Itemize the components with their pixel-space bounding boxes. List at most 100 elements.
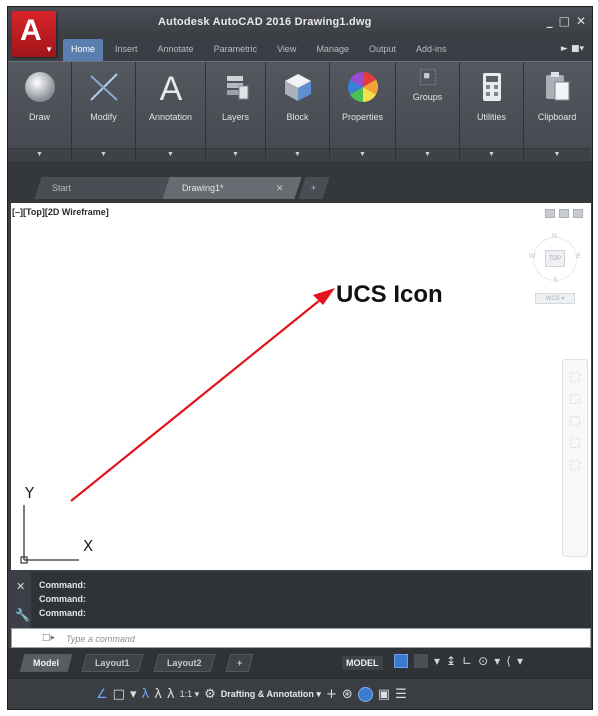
ucs-icon-callout: UCS Icon [336, 281, 443, 308]
tab-start[interactable]: Start [34, 177, 170, 199]
panel-clipboard[interactable]: Clipboard ▼ [524, 62, 590, 162]
annotation-scale-value[interactable]: 1:1 ▾ [180, 689, 200, 700]
close-window-button[interactable]: ✕ [576, 14, 586, 28]
chevron-down-icon[interactable]: ▼ [396, 151, 459, 158]
modify-icon [89, 73, 118, 101]
ortho-icon[interactable]: ∟ [462, 654, 472, 668]
tab-layout1-label: Layout1 [95, 658, 130, 668]
maximize-button[interactable]: □ [559, 14, 570, 28]
minimize-button[interactable]: _ [547, 14, 553, 28]
isolate-objects-icon[interactable]: ⊛ [342, 687, 353, 702]
customization-menu-icon[interactable]: ☰ [395, 687, 407, 702]
tab-layout2[interactable]: Layout2 [153, 654, 215, 672]
ribbon-overflow-button[interactable]: ► ■▾ [561, 44, 584, 54]
panel-annotation-label: Annotation [148, 112, 193, 122]
isodraft-icon[interactable]: ⟨ [506, 654, 511, 668]
command-prompt-icon[interactable]: □▸ [42, 633, 55, 643]
object-snap-tracking-icon[interactable]: ∠ [96, 687, 108, 702]
ribbon: Draw ▼ Modify ▼ A Annotation ▼ Layers ▼ … [8, 61, 592, 162]
chevron-down-icon[interactable]: ▼ [266, 151, 329, 158]
panel-annotation[interactable]: A Annotation ▼ [136, 62, 206, 162]
grid-toggle-icon[interactable] [394, 654, 408, 668]
dynamic-input-icon[interactable]: ↨ [446, 654, 456, 668]
command-line: □▸ [11, 628, 591, 648]
isodraft-dropdown-icon[interactable]: ▾ [517, 654, 523, 668]
tab-annotate[interactable]: Annotate [150, 39, 202, 61]
snap-toggle-icon[interactable] [414, 654, 428, 668]
status-bar: ∠ □ ▾ λ λ λ 1:1 ▾ ⚙ Drafting & Annotatio… [8, 678, 592, 709]
ribbon-tabs: Home Insert Annotate Parametric View Man… [63, 39, 455, 61]
panel-layers-label: Layers [221, 112, 249, 122]
tab-insert[interactable]: Insert [107, 39, 146, 61]
panel-groups-label: Groups [412, 92, 443, 102]
application-menu-button[interactable]: A ▼ [12, 11, 56, 57]
panel-utilities-label: Utilities [476, 112, 506, 122]
plus-icon[interactable]: + [326, 687, 337, 702]
chevron-down-icon[interactable]: ▼ [524, 151, 590, 158]
panel-draw[interactable]: Draw ▼ [8, 62, 72, 162]
workspace-switch[interactable]: Drafting & Annotation ▾ [221, 689, 321, 700]
clipboard-icon [546, 72, 570, 101]
clean-screen-icon[interactable]: ▣ [378, 687, 390, 702]
panel-properties[interactable]: Properties ▼ [330, 62, 396, 162]
annotation-text-icon: A [159, 70, 182, 104]
snap-dropdown-icon[interactable]: ▾ [434, 654, 440, 668]
ucs-overlay [20, 288, 335, 564]
annotation-visibility-icon[interactable]: λ [141, 687, 149, 702]
tab-add-ins[interactable]: Add-ins [408, 39, 455, 61]
chevron-down-icon: ▼ [45, 45, 53, 54]
ucs-x-axis-label: X [83, 537, 94, 555]
close-icon[interactable]: ✕ [16, 580, 25, 593]
tab-output[interactable]: Output [361, 39, 404, 61]
panel-groups[interactable]: Groups ▼ [396, 62, 460, 162]
annotation-scale-icon[interactable]: λ [167, 687, 175, 702]
model-space-button[interactable]: MODEL [342, 656, 383, 670]
tab-parametric[interactable]: Parametric [206, 39, 266, 61]
drafting-toggles: ▾ ↨ ∟ ⊙ ▾ ⟨ ▾ [394, 654, 523, 668]
command-history-line: Command: [39, 580, 86, 590]
chevron-down-icon[interactable]: ▼ [330, 151, 395, 158]
tab-model-label: Model [33, 658, 59, 668]
svg-text:A: A [159, 70, 182, 104]
polar-tracking-icon[interactable]: ⊙ [478, 654, 488, 668]
window-title: Autodesk AutoCAD 2016 Drawing1.dwg [158, 16, 372, 28]
panel-properties-label: Properties [341, 112, 384, 122]
tab-model[interactable]: Model [19, 654, 73, 672]
chevron-down-icon[interactable]: ▼ [72, 151, 135, 158]
tab-manage[interactable]: Manage [308, 39, 357, 61]
tab-view[interactable]: View [269, 39, 304, 61]
panel-block[interactable]: Block ▼ [266, 62, 330, 162]
tab-home[interactable]: Home [63, 39, 104, 61]
close-icon[interactable]: ✕ [276, 183, 284, 194]
panel-draw-label: Draw [28, 112, 50, 122]
hardware-acceleration-icon[interactable] [357, 687, 373, 702]
panel-block-label: Block [286, 112, 309, 122]
selection-cycling-icon[interactable]: □ [113, 687, 125, 702]
command-history-line: Command: [39, 594, 86, 604]
tab-drawing1-label: Drawing1* [182, 183, 224, 193]
ucs-icon [20, 505, 79, 564]
new-drawing-tab-button[interactable]: + [298, 177, 330, 199]
panel-layers[interactable]: Layers ▼ [206, 62, 266, 162]
polar-dropdown-icon[interactable]: ▾ [494, 654, 500, 668]
panel-utilities[interactable]: Utilities ▼ [460, 62, 524, 162]
block-icon [284, 74, 311, 101]
gear-icon[interactable]: ⚙ [204, 687, 216, 702]
chevron-down-icon[interactable]: ▼ [206, 151, 265, 158]
selection-dropdown-icon[interactable]: ▾ [130, 687, 137, 702]
drawing-canvas[interactable]: [–][Top][2D Wireframe] N W TOP E S WCS ▾ [11, 203, 591, 570]
tab-layout2-label: Layout2 [167, 658, 202, 668]
chevron-down-icon[interactable]: ▼ [460, 151, 523, 158]
wrench-icon[interactable]: 🔧 [15, 608, 30, 622]
add-layout-button[interactable]: + [225, 654, 254, 672]
chevron-down-icon[interactable]: ▼ [8, 151, 71, 158]
panel-modify[interactable]: Modify ▼ [72, 62, 136, 162]
panel-clipboard-label: Clipboard [537, 112, 577, 122]
tab-drawing1[interactable]: Drawing1* ✕ [162, 177, 302, 199]
command-input[interactable] [66, 632, 566, 645]
chevron-down-icon[interactable]: ▼ [136, 151, 205, 158]
panel-modify-label: Modify [90, 112, 117, 122]
tab-layout1[interactable]: Layout1 [81, 654, 143, 672]
auto-scale-icon[interactable]: λ [154, 687, 162, 702]
tab-start-label: Start [52, 183, 72, 193]
